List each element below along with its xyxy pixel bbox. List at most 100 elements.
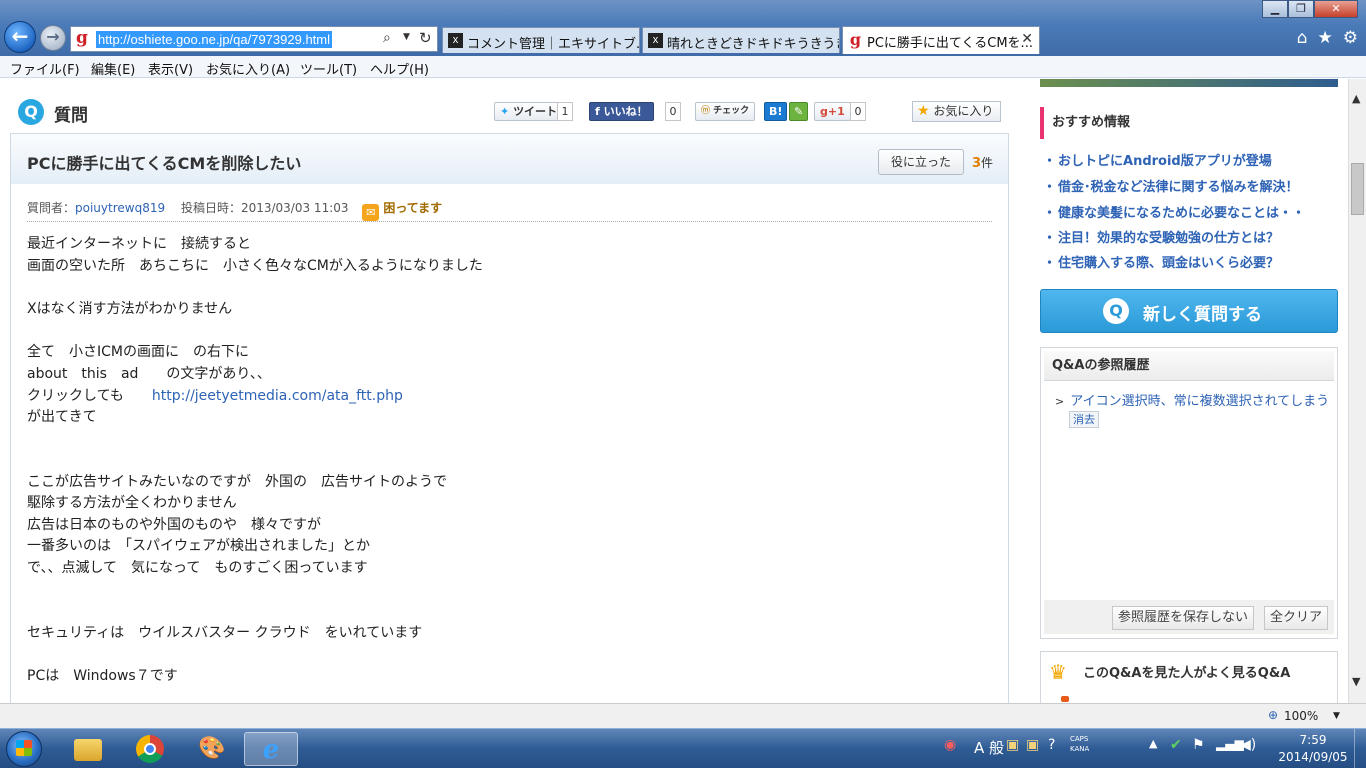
- banner-image-strip[interactable]: [1040, 79, 1338, 87]
- clock-time[interactable]: 7:59: [1290, 733, 1336, 747]
- ask-question-button[interactable]: Q 新しく質問する: [1040, 289, 1338, 333]
- gplus-button[interactable]: g+1: [814, 102, 851, 121]
- favorite-button[interactable]: ★ お気に入り: [912, 101, 1001, 122]
- show-desktop-button[interactable]: [1354, 729, 1366, 768]
- tab-excite-comments[interactable]: x コメント管理｜エキサイトブ...: [442, 27, 640, 53]
- status-bar: ⊕ 100% ▼: [0, 703, 1366, 728]
- recommended-link[interactable]: おしトピにAndroid版アプリが登場: [1058, 154, 1272, 169]
- maximize-button[interactable]: ❐: [1288, 0, 1314, 18]
- taskbar-paint[interactable]: 🎨: [186, 732, 240, 766]
- facebook-like-button[interactable]: f いいね！: [589, 102, 654, 121]
- body-line: 広告は日本のものや外国のものや 様々ですが: [27, 517, 321, 533]
- minimize-button[interactable]: ▁: [1262, 0, 1288, 18]
- tab-goo-question[interactable]: g PCに勝手に出てくるCMを... ✕: [842, 26, 1040, 54]
- history-link[interactable]: アイコン選択時、常に複数選択されてしまう: [1070, 394, 1329, 409]
- scroll-thumb[interactable]: [1351, 163, 1364, 215]
- helpful-button[interactable]: 役に立った: [878, 149, 964, 175]
- recommended-link[interactable]: 注目！効果的な受験勉強の仕方とは？: [1058, 231, 1279, 246]
- facebook-icon: f: [595, 105, 600, 118]
- share-gplus: g+1 0: [814, 102, 872, 121]
- menu-file[interactable]: ファイル(F): [10, 59, 80, 78]
- share-facebook: f いいね！ 0: [589, 102, 687, 121]
- also-viewed-panel: ♛ このQ&Aを見た人がよく見るQ&A: [1040, 651, 1338, 703]
- zoom-level[interactable]: 100%: [1284, 709, 1318, 723]
- zoom-icon[interactable]: ⊕: [1268, 708, 1278, 722]
- ime-mode[interactable]: A 般: [974, 737, 1004, 758]
- chevron-right-icon: >: [1055, 395, 1065, 408]
- recommended-link[interactable]: 健康な美髪になるために必要なことは・・: [1058, 206, 1305, 221]
- search-icon[interactable]: ⌕: [383, 30, 391, 46]
- ime-dictionary-icon[interactable]: ▣: [1006, 737, 1019, 753]
- recommended-item[interactable]: ・おしトピにAndroid版アプリが登場: [1043, 150, 1272, 169]
- body-line: セキュリティは ウイルスバスター クラウド をいれています: [27, 625, 423, 641]
- evernote-icon[interactable]: ✎: [789, 102, 809, 121]
- tweet-button[interactable]: ✦ ツイート: [494, 102, 564, 121]
- taskbar-explorer[interactable]: [62, 732, 116, 766]
- rank-mark-icon: [1061, 696, 1069, 702]
- back-button[interactable]: ←: [4, 21, 36, 53]
- help-icon[interactable]: ?: [1048, 737, 1055, 753]
- mixi-check-button[interactable]: ⓜ チェック: [695, 102, 756, 121]
- refresh-icon[interactable]: ↻: [419, 29, 432, 47]
- show-hidden-icons[interactable]: ▲: [1149, 737, 1157, 750]
- asker-label: 質問者：: [27, 201, 76, 215]
- taskbar-chrome[interactable]: [124, 732, 178, 766]
- bullet-icon: ・: [1043, 180, 1057, 195]
- address-bar[interactable]: g http://oshiete.goo.ne.jp/qa/7973929.ht…: [70, 26, 438, 52]
- window-controls: ▁ ❐ ✕: [1262, 0, 1358, 18]
- volume-icon[interactable]: ◀): [1240, 737, 1256, 753]
- meta-divider: [27, 221, 992, 222]
- question-title: PCに勝手に出てくるCMを削除したい: [27, 154, 302, 173]
- also-viewed-title: このQ&Aを見た人がよく見るQ&A: [1083, 666, 1291, 681]
- body-line: about this ad の文字があり、、: [27, 366, 271, 382]
- clock-date[interactable]: 2014/09/05: [1276, 750, 1350, 764]
- zoom-dropdown-icon[interactable]: ▼: [1333, 711, 1340, 721]
- body-line: Xはなく消す方法がわかりません: [27, 301, 233, 317]
- scroll-down-icon[interactable]: ▼: [1352, 675, 1360, 688]
- menu-view[interactable]: 表示(V): [148, 59, 193, 78]
- recommended-item[interactable]: ・注目！効果的な受験勉強の仕方とは？: [1043, 227, 1279, 246]
- body-link[interactable]: http://jeetyetmedia.com/ata_ftt.php: [152, 388, 403, 404]
- start-button[interactable]: [6, 731, 42, 767]
- tweet-label: ツイート: [513, 105, 558, 118]
- helpful-count: 3件: [972, 154, 993, 171]
- address-url[interactable]: http://oshiete.goo.ne.jp/qa/7973929.html: [96, 31, 333, 48]
- forward-button[interactable]: →: [40, 25, 66, 51]
- recommended-item[interactable]: ・借金･税金など法律に関する悩みを解決！: [1043, 176, 1299, 195]
- hatena-bookmark-button[interactable]: B!: [764, 102, 788, 121]
- ime-toolbar-icon[interactable]: ◉: [944, 737, 956, 753]
- vertical-scrollbar[interactable]: ▲ ▼: [1348, 79, 1366, 703]
- address-dropdown-icon[interactable]: ▼: [403, 32, 410, 42]
- recommended-link[interactable]: 借金･税金など法律に関する悩みを解決！: [1058, 180, 1299, 195]
- body-line: で、、点滅して 気になって ものすごく困っています: [27, 560, 368, 576]
- asker-link[interactable]: poiuytrewq819: [75, 201, 165, 215]
- windows-logo-icon: [16, 740, 32, 756]
- tab-title: 晴れときどきドキドキうきうき: [667, 37, 840, 52]
- menu-help[interactable]: ヘルプ(H): [370, 59, 429, 78]
- recommended-item[interactable]: ・住宅購入する際、頭金はいくら必要？: [1043, 252, 1279, 271]
- history-clear-button[interactable]: 全クリア: [1264, 606, 1329, 630]
- history-delete-button[interactable]: 消去: [1069, 411, 1099, 428]
- share-hatena: B!: [764, 102, 788, 121]
- bullet-icon: ・: [1043, 206, 1057, 221]
- history-item[interactable]: > アイコン選択時、常に複数選択されてしまう: [1055, 390, 1329, 409]
- menu-edit[interactable]: 編集(E): [91, 59, 135, 78]
- action-center-icon[interactable]: ⚑: [1192, 737, 1205, 753]
- history-nosave-button[interactable]: 参照履歴を保存しない: [1112, 606, 1255, 630]
- close-tab-icon[interactable]: ✕: [1021, 31, 1033, 47]
- scroll-up-icon[interactable]: ▲: [1352, 92, 1360, 105]
- gear-icon[interactable]: ⚙: [1343, 28, 1358, 48]
- home-icon[interactable]: ⌂: [1297, 28, 1308, 48]
- favorites-star-icon[interactable]: ★: [1318, 28, 1333, 48]
- tab-hare-toki[interactable]: x 晴れときどきドキドキうきうき: [642, 27, 840, 53]
- close-window-button[interactable]: ✕: [1314, 0, 1358, 18]
- security-check-icon[interactable]: ✔: [1170, 737, 1182, 753]
- taskbar-internet-explorer[interactable]: e: [244, 732, 298, 766]
- recommended-item[interactable]: ・健康な美髪になるために必要なことは・・: [1043, 202, 1305, 221]
- ime-tools-icon[interactable]: ▣: [1026, 737, 1039, 753]
- twitter-bird-icon: ✦: [500, 105, 510, 118]
- menu-favorites[interactable]: お気に入り(A): [206, 59, 290, 78]
- recommended-link[interactable]: 住宅購入する際、頭金はいくら必要？: [1058, 256, 1279, 271]
- menu-tools[interactable]: ツール(T): [300, 59, 357, 78]
- paint-palette-icon: 🎨: [198, 736, 226, 761]
